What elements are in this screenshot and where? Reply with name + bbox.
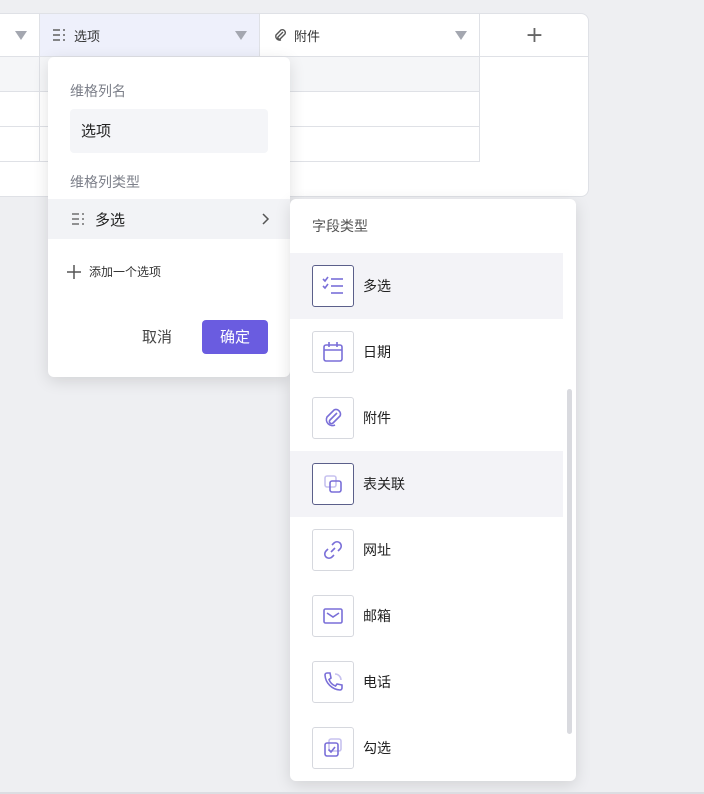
field-type-label: 网址 — [363, 543, 391, 559]
checkbox-icon — [324, 738, 342, 757]
add-column-button[interactable]: + — [480, 14, 589, 57]
icon-frame — [312, 397, 354, 439]
field-type-option-multi-select[interactable]: 多选 — [290, 253, 563, 319]
field-type-menu-title: 字段类型 — [312, 219, 368, 235]
field-type-label: 多选 — [363, 279, 391, 295]
field-type-option-attachment[interactable]: 附件 — [290, 385, 563, 451]
paperclip-icon — [275, 29, 286, 41]
field-type-label: 附件 — [363, 411, 391, 427]
column-header-attachment[interactable]: 附件 — [260, 14, 480, 57]
icon-frame — [312, 529, 354, 571]
add-option-label: 添加一个选项 — [89, 265, 162, 279]
icon-frame — [312, 265, 354, 307]
field-type-menu: 字段类型 多选 日期 附件 表关联 网址 邮箱 电话 勾选 — [290, 199, 576, 781]
cancel-button[interactable]: 取消 — [134, 320, 180, 354]
icon-frame — [312, 727, 354, 769]
field-type-label: 维格列类型 — [70, 175, 140, 191]
chevron-down-icon[interactable] — [15, 31, 27, 40]
link-table-icon — [324, 475, 342, 493]
phone-icon — [324, 672, 343, 691]
column-divider — [39, 57, 40, 162]
field-type-option-url[interactable]: 网址 — [290, 517, 563, 583]
field-name-input[interactable]: 选项 — [70, 109, 268, 153]
icon-frame — [312, 661, 354, 703]
multi-select-icon — [53, 29, 65, 41]
scrollbar-thumb[interactable] — [567, 389, 572, 734]
link-icon — [323, 540, 343, 560]
plus-icon — [67, 264, 81, 279]
field-type-label: 邮箱 — [363, 609, 391, 625]
multi-select-icon — [72, 213, 84, 225]
multi-select-icon — [322, 276, 343, 294]
field-type-option-phone[interactable]: 电话 — [290, 649, 563, 715]
paperclip-icon — [325, 408, 342, 427]
chevron-right-icon — [262, 213, 270, 225]
field-type-label: 表关联 — [363, 477, 405, 493]
icon-frame — [312, 595, 354, 637]
column-header-options[interactable]: 选项 — [40, 14, 260, 57]
field-type-label: 勾选 — [363, 741, 391, 757]
field-type-option-email[interactable]: 邮箱 — [290, 583, 563, 649]
field-type-option-date[interactable]: 日期 — [290, 319, 563, 385]
field-type-value: 多选 — [95, 210, 126, 229]
column-header-label: 选项 — [74, 29, 101, 45]
field-type-option-checkbox[interactable]: 勾选 — [290, 715, 563, 781]
add-option-button[interactable]: 添加一个选项 — [66, 263, 161, 280]
column-header-label: 附件 — [294, 29, 321, 45]
column-header-previous[interactable] — [0, 14, 40, 57]
confirm-button[interactable]: 确定 — [202, 320, 268, 354]
icon-frame — [312, 463, 354, 505]
plus-icon: + — [525, 22, 544, 48]
field-editor-popover: 维格列名 选项 维格列类型 多选 添加一个选项 取消 确定 — [48, 57, 290, 377]
mail-icon — [323, 608, 343, 624]
field-type-select[interactable]: 多选 — [48, 199, 290, 239]
chevron-down-icon[interactable] — [235, 31, 247, 40]
field-type-option-link-table[interactable]: 表关联 — [290, 451, 563, 517]
field-type-label: 日期 — [363, 345, 391, 361]
field-type-label: 电话 — [363, 675, 391, 691]
calendar-icon — [323, 342, 343, 362]
chevron-down-icon[interactable] — [455, 31, 467, 40]
icon-frame — [312, 331, 354, 373]
field-name-label: 维格列名 — [70, 84, 126, 100]
